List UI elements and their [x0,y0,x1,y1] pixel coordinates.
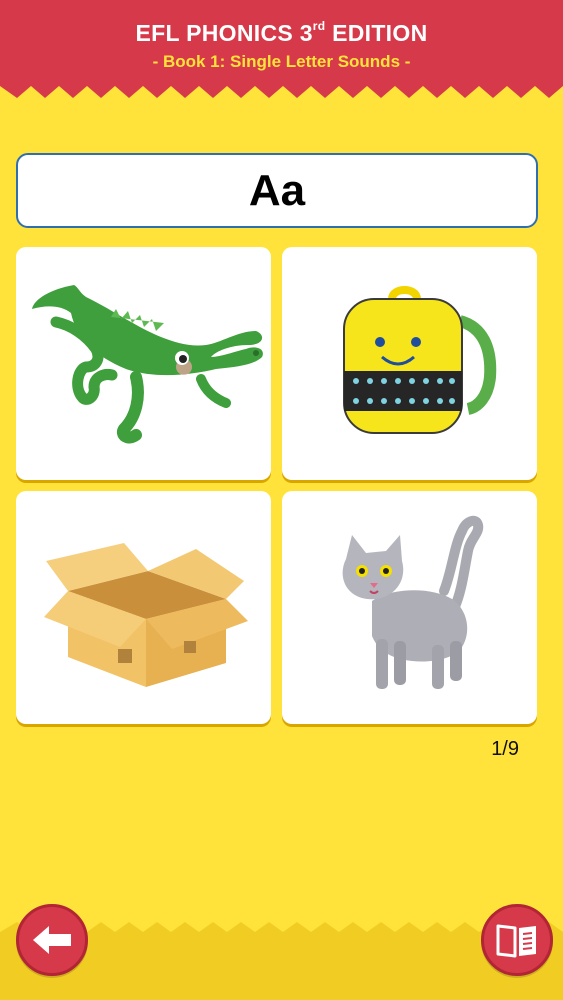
app-subtitle: - Book 1: Single Letter Sounds - [152,52,411,71]
app-title: EFL PHONICS 3rd EDITION [135,19,428,46]
box-icon [44,543,248,687]
alligator-icon [32,285,263,444]
picture-card-box[interactable] [16,491,271,724]
book-button[interactable] [481,904,553,976]
back-arrow-icon [33,926,71,954]
header-banner: EFL PHONICS 3rd EDITION - Book 1: Single… [0,0,563,104]
letter-display[interactable]: Aa [16,153,538,228]
picture-card-backpack[interactable] [282,247,537,480]
picture-card-alligator[interactable] [16,247,271,480]
cat-icon [342,515,484,689]
backpack-icon [343,286,497,434]
page-indicator: 1/9 [491,738,519,760]
picture-card-cat[interactable] [282,491,537,724]
back-button[interactable] [16,904,88,976]
book-icon [496,924,536,958]
